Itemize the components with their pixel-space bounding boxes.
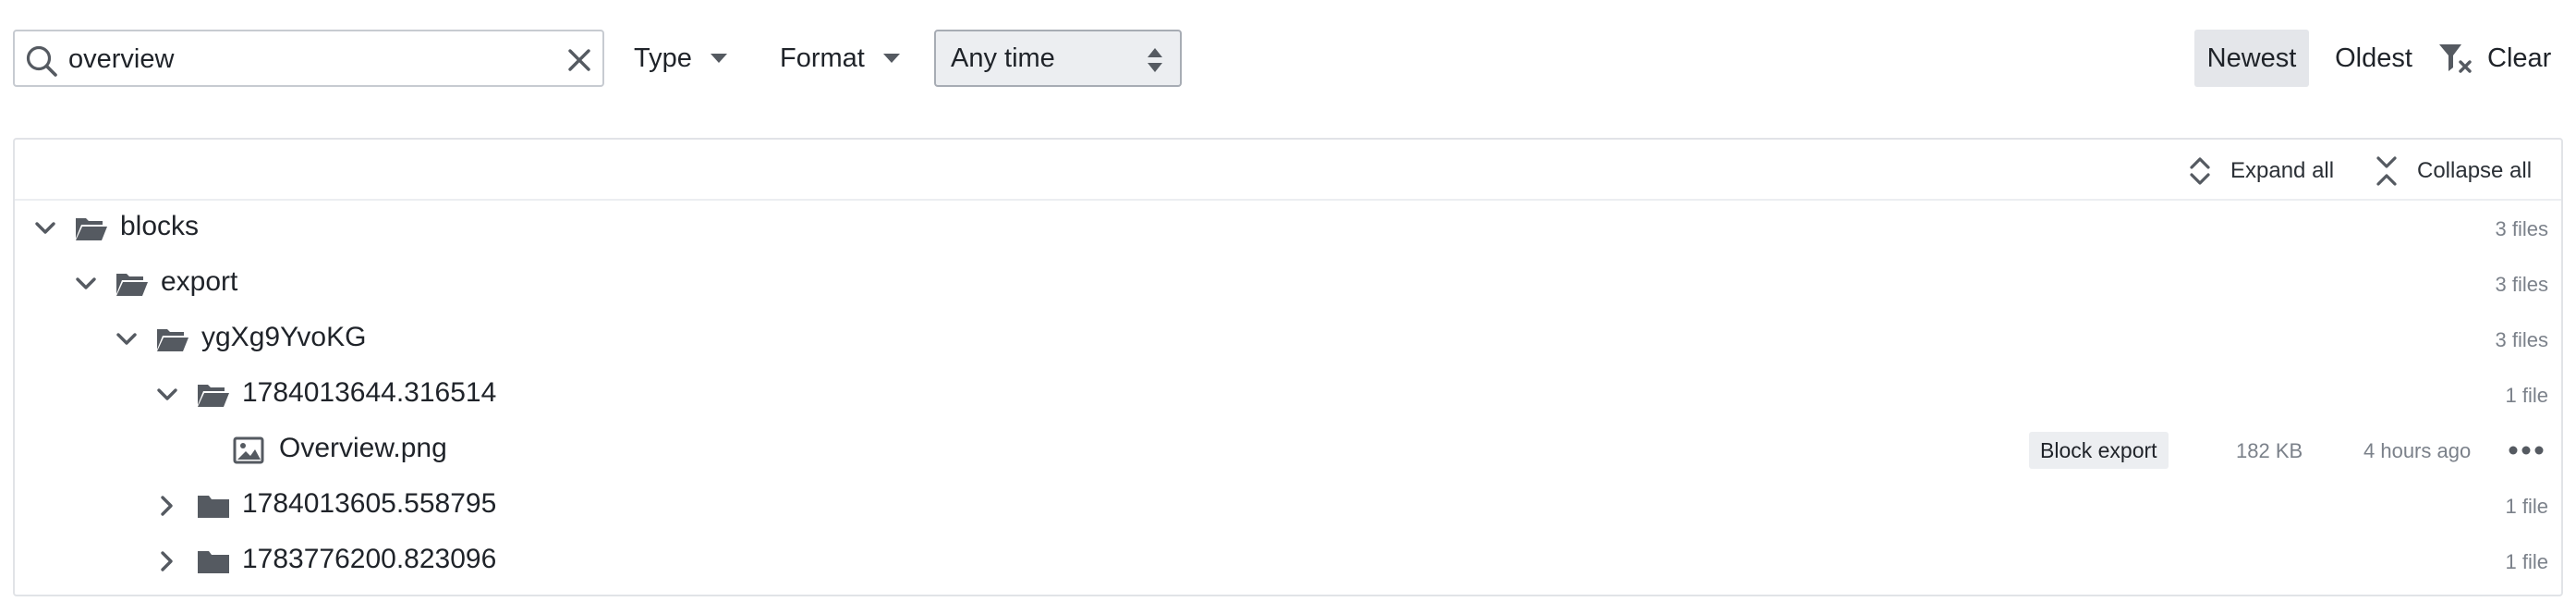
filter-clear-icon	[2439, 44, 2472, 73]
folder-icon	[198, 496, 229, 518]
time-range-select[interactable]: Any time	[934, 30, 1182, 87]
expand-all-icon	[2190, 157, 2210, 185]
search-input[interactable]	[68, 39, 549, 80]
tree-row-folder[interactable]: 1783776200.823096 1 file	[15, 534, 2561, 589]
format-filter-label: Format	[780, 43, 865, 73]
tree-row-folder[interactable]: 1784013644.316514 1 file	[15, 367, 2561, 423]
folder-open-icon	[157, 329, 188, 351]
type-filter-label: Type	[634, 43, 692, 73]
type-filter-dropdown[interactable]: Type	[634, 30, 727, 87]
search-box	[13, 30, 604, 87]
more-options-icon[interactable]	[2508, 438, 2545, 462]
sort-oldest-button[interactable]: Oldest	[2309, 30, 2438, 87]
format-filter-dropdown[interactable]: Format	[780, 30, 900, 87]
folder-name: 1783776200.823096	[242, 544, 497, 574]
file-modified-time: 4 hours ago	[2363, 439, 2472, 462]
tree-row-folder[interactable]: blocks 3 files	[15, 201, 2561, 256]
expand-all-button[interactable]: Expand all	[2188, 153, 2334, 190]
clear-filters-button[interactable]: Clear	[2437, 30, 2551, 87]
folder-open-icon	[116, 274, 148, 296]
file-count: 1 file	[2505, 384, 2548, 407]
tree-row-folder[interactable]: 1784013605.558795 1 file	[15, 478, 2561, 534]
chevron-down-icon[interactable]	[72, 270, 100, 298]
folder-icon	[198, 551, 229, 573]
folder-name: 1784013644.316514	[242, 377, 497, 408]
image-file-icon	[233, 436, 264, 464]
file-count: 1 file	[2505, 550, 2548, 573]
folder-name: ygXg9YvoKG	[201, 322, 367, 352]
caret-down-icon	[710, 54, 727, 63]
chevron-right-icon[interactable]	[153, 547, 181, 575]
sort-newest-label: Newest	[2206, 43, 2297, 73]
time-range-value: Any time	[951, 43, 1055, 73]
tree-row-folder[interactable]: ygXg9YvoKG 3 files	[15, 312, 2561, 367]
source-tag-badge: Block export	[2029, 432, 2169, 469]
sort-oldest-label: Oldest	[2335, 43, 2412, 73]
folder-name: blocks	[120, 211, 200, 241]
clear-search-icon[interactable]	[565, 46, 593, 74]
chevron-down-icon[interactable]	[153, 381, 181, 409]
file-name: Overview.png	[279, 433, 447, 463]
chevron-right-icon[interactable]	[153, 492, 181, 520]
expand-all-label: Expand all	[2230, 158, 2335, 183]
filter-toolbar: Type Format Any time Newest Oldest Clear	[13, 30, 2563, 87]
file-count: 3 files	[2495, 273, 2548, 296]
sort-newest-button[interactable]: Newest	[2194, 30, 2309, 87]
chevron-down-icon[interactable]	[113, 325, 140, 353]
search-icon	[26, 45, 57, 77]
file-count: 1 file	[2505, 495, 2548, 518]
folder-open-icon	[76, 218, 107, 240]
collapse-all-label: Collapse all	[2417, 158, 2533, 183]
file-tree-panel: Expand all Collapse all blocks 3 files e…	[13, 138, 2563, 596]
collapse-all-button[interactable]: Collapse all	[2375, 153, 2532, 190]
file-count: 3 files	[2495, 217, 2548, 240]
up-down-arrows-icon	[1148, 48, 1162, 72]
tree-row-folder[interactable]: export 3 files	[15, 256, 2561, 312]
file-count: 3 files	[2495, 328, 2548, 351]
file-size: 182 KB	[2236, 439, 2303, 462]
folder-name: 1784013605.558795	[242, 488, 497, 519]
tree-panel-header: Expand all Collapse all	[15, 140, 2561, 201]
caret-down-icon	[882, 54, 900, 63]
collapse-all-icon	[2376, 156, 2397, 186]
tree-row-file[interactable]: Overview.png Block export 182 KB 4 hours…	[15, 423, 2561, 478]
chevron-down-icon[interactable]	[31, 215, 59, 242]
folder-name: export	[161, 266, 238, 297]
clear-filters-label: Clear	[2487, 43, 2552, 73]
folder-open-icon	[198, 385, 229, 407]
